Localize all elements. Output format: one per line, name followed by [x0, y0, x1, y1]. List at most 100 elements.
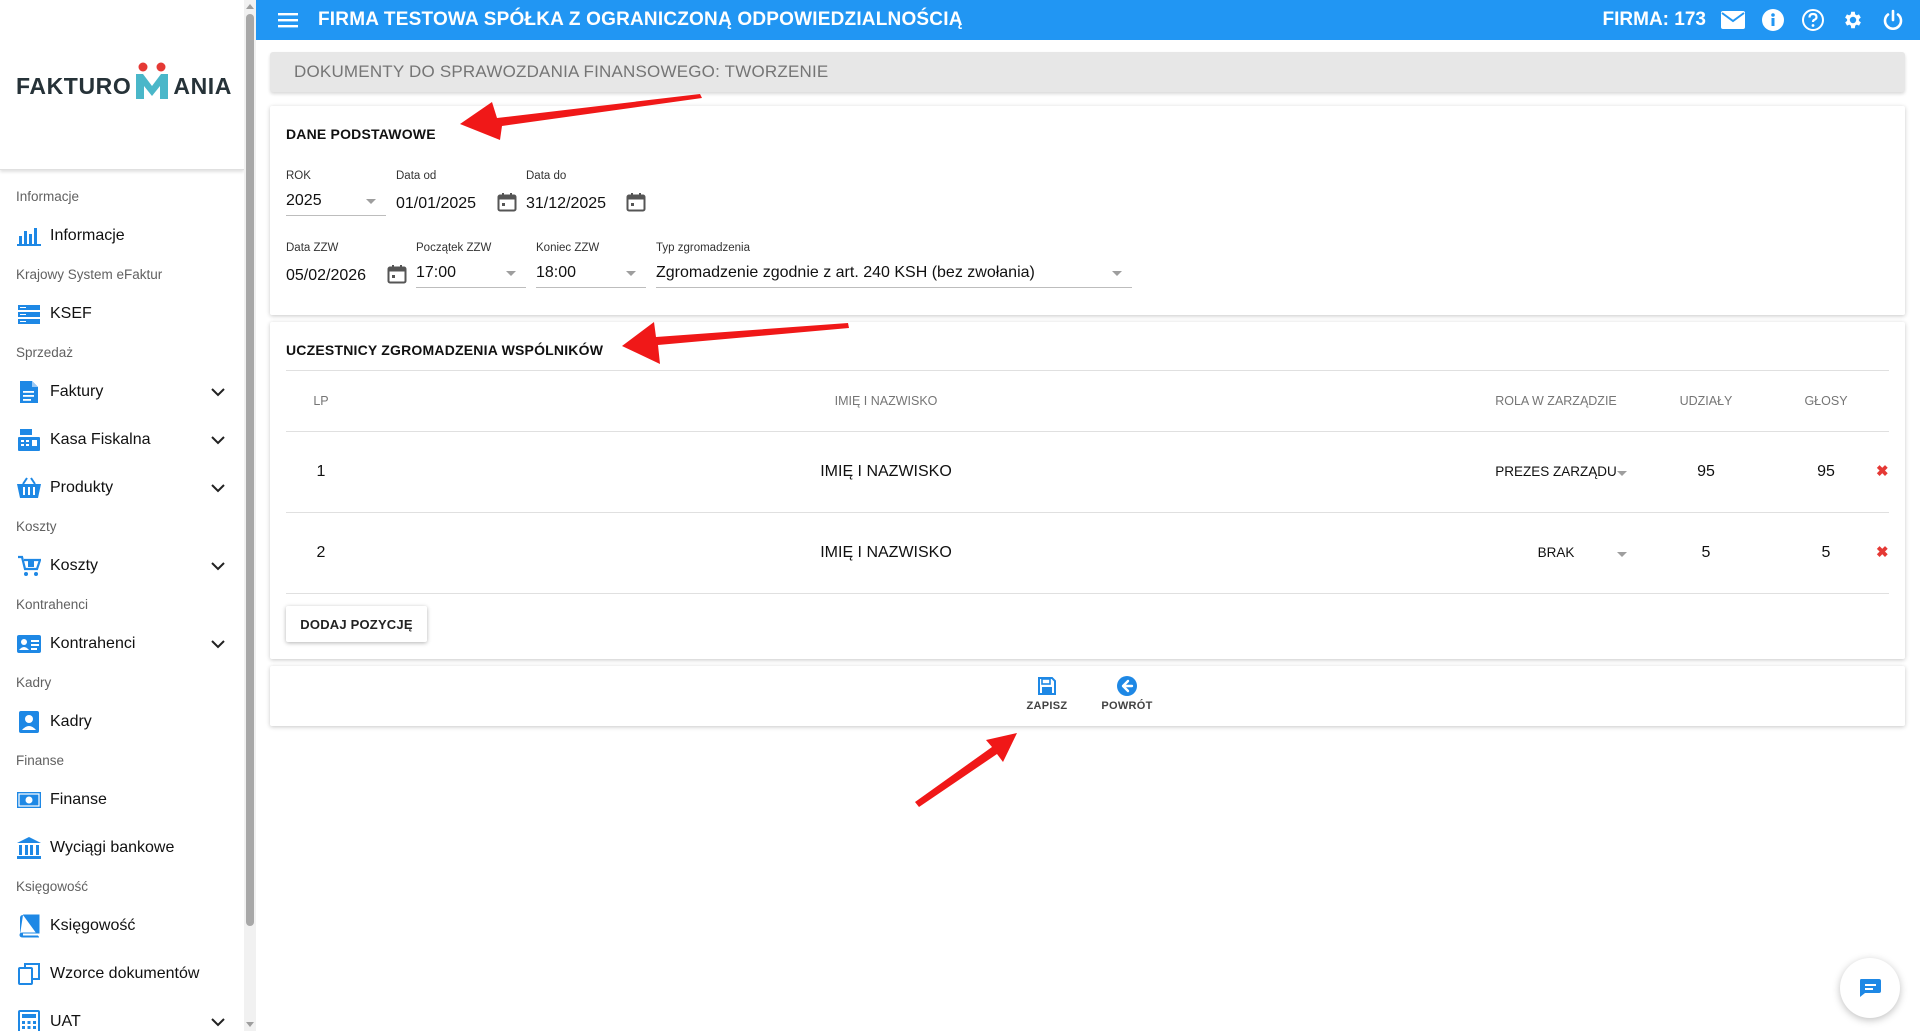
add-position-button[interactable]: DODAJ POZYCJĘ — [286, 606, 427, 642]
cell-role-value: PREZES ZARZĄDU — [1495, 464, 1617, 479]
copy-docs-icon — [16, 961, 42, 987]
calculator-icon — [16, 1009, 42, 1031]
sidebar-item-koszty[interactable]: Koszty — [0, 542, 244, 590]
koniec-zzw-field[interactable]: Koniec ZZW 18:00 — [536, 242, 646, 288]
cell-name[interactable]: IMIĘ I NAZWISKO — [626, 432, 1146, 512]
cell-votes[interactable]: 5 — [1776, 513, 1876, 593]
document-icon — [16, 379, 42, 405]
sidebar-item-ksiegowosc[interactable]: Księgowość — [0, 902, 244, 950]
firma-number[interactable]: FIRMA: 173 — [1603, 9, 1706, 31]
sidebar-item-label: Kontrahenci — [50, 635, 136, 652]
sidebar: FAKTURO ANIA Informacje Informacje Krajowy… — [0, 0, 244, 1031]
participants-title: UCZESTNICY ZGROMADZENIA WSPÓLNIKÓW — [286, 342, 604, 358]
rok-field[interactable]: ROK 2025 — [286, 170, 386, 216]
dropdown-arrow-icon — [506, 271, 516, 276]
data-zzw-value: 05/02/2026 — [286, 267, 367, 284]
sidebar-item-ksef[interactable]: KSEF — [0, 290, 244, 338]
chevron-down-icon[interactable] — [208, 382, 228, 402]
info-icon[interactable] — [1760, 7, 1786, 33]
dropdown-arrow-icon — [626, 271, 636, 276]
data-od-value: 01/01/2025 — [396, 195, 477, 212]
basket-icon — [16, 475, 42, 501]
back-button[interactable]: POWRÓT — [1099, 676, 1155, 718]
cell-votes[interactable]: 95 — [1776, 432, 1876, 512]
sidebar-item-label: Faktury — [50, 383, 104, 400]
power-icon[interactable] — [1880, 7, 1906, 33]
chevron-down-icon[interactable] — [208, 430, 228, 450]
back-label: POWRÓT — [1101, 700, 1153, 712]
sidebar-item-wzorce-dokumentow[interactable]: Wzorce dokumentów — [0, 950, 244, 998]
typ-zgromadzenia-field[interactable]: Typ zgromadzenia Zgromadzenie zgodnie z … — [656, 242, 1132, 288]
bank-icon — [16, 835, 42, 861]
sidebar-item-produkty[interactable]: Produkty — [0, 464, 244, 512]
column-header-name: IMIĘ I NAZWISKO — [834, 394, 938, 408]
actions-card: ZAPISZ POWRÓT — [270, 666, 1905, 726]
help-icon[interactable] — [1800, 7, 1826, 33]
chat-button[interactable] — [1840, 958, 1900, 1018]
sidebar-section-label: Sprzedaż — [16, 345, 74, 360]
logo-area: FAKTURO ANIA — [0, 0, 244, 170]
chevron-down-icon[interactable] — [208, 478, 228, 498]
sidebar-item-label: Produkty — [50, 479, 114, 496]
sidebar-section-label: Kontrahenci — [16, 597, 89, 612]
save-button[interactable]: ZAPISZ — [1019, 676, 1075, 718]
sidebar-item-informacje[interactable]: Informacje — [0, 212, 244, 260]
logo-text-left: FAKTURO — [16, 73, 132, 99]
sidebar-item-label: Księgowość — [50, 917, 136, 934]
cell-shares[interactable]: 5 — [1656, 513, 1756, 593]
chevron-down-icon[interactable] — [208, 634, 228, 654]
data-do-field[interactable]: Data do 31/12/2025 — [526, 170, 648, 216]
mail-icon[interactable] — [1720, 7, 1746, 33]
rok-select[interactable]: 2025 — [286, 186, 386, 216]
gear-icon[interactable] — [1840, 7, 1866, 33]
calendar-icon[interactable] — [387, 264, 407, 284]
dropdown-arrow-icon[interactable] — [1617, 552, 1627, 557]
cell-name[interactable]: IMIĘ I NAZWISKO — [626, 513, 1146, 593]
scroll-up-arrow-icon[interactable] — [246, 3, 254, 11]
logo-m-people-icon — [132, 62, 172, 100]
column-header-role: ROLA W ZARZĄDZIE — [1495, 394, 1617, 408]
typ-zgromadzenia-select[interactable]: Zgromadzenie zgodnie z art. 240 KSH (bez… — [656, 258, 1132, 288]
table-row: 2 IMIĘ I NAZWISKO BRAK 5 5 ✖ — [286, 513, 1889, 594]
top-bar: FIRMA TESTOWA SPÓŁKA Z OGRANICZONĄ ODPOW… — [256, 0, 1920, 40]
sidebar-item-wyciagi-bankowe[interactable]: Wyciągi bankowe — [0, 824, 244, 872]
fakturomania-logo[interactable]: FAKTURO ANIA — [16, 60, 232, 100]
hamburger-menu-icon[interactable] — [274, 6, 302, 34]
dropdown-arrow-icon[interactable] — [1617, 471, 1627, 476]
sidebar-item-faktury[interactable]: Faktury — [0, 368, 244, 416]
poczatek-zzw-value: 17:00 — [416, 264, 457, 281]
sidebar-section-label: Informacje — [16, 189, 80, 204]
koniec-zzw-select[interactable]: 18:00 — [536, 258, 646, 288]
koniec-zzw-value: 18:00 — [536, 264, 577, 281]
participants-card: UCZESTNICY ZGROMADZENIA WSPÓLNIKÓW LP IM… — [270, 322, 1905, 659]
sidebar-item-kontrahenci[interactable]: Kontrahenci — [0, 620, 244, 668]
cell-shares[interactable]: 95 — [1656, 432, 1756, 512]
delete-row-icon[interactable]: ✖ — [1876, 432, 1889, 512]
sidebar-item-finanse[interactable]: Finanse — [0, 776, 244, 824]
poczatek-zzw-select[interactable]: 17:00 — [416, 258, 526, 288]
delete-row-icon[interactable]: ✖ — [1876, 513, 1889, 593]
data-od-field[interactable]: Data od 01/01/2025 — [396, 170, 518, 216]
sidebar-item-kasa-fiskalna[interactable]: Kasa Fiskalna — [0, 416, 244, 464]
typ-zgromadzenia-label: Typ zgromadzenia — [656, 242, 750, 254]
banknote-icon — [16, 787, 42, 813]
sidebar-item-kadry[interactable]: Kadry — [0, 698, 244, 746]
calendar-icon[interactable] — [626, 192, 646, 212]
data-do-value: 31/12/2025 — [526, 195, 607, 212]
scroll-down-arrow-icon[interactable] — [246, 1020, 254, 1028]
koniec-zzw-label: Koniec ZZW — [536, 242, 600, 254]
basic-data-card: DANE PODSTAWOWE ROK 2025 Data od 01/01/2… — [270, 106, 1905, 315]
red-arrow-save — [915, 733, 1017, 807]
logo-text-right: ANIA — [173, 73, 232, 99]
sidebar-item-label: Kasa Fiskalna — [50, 431, 151, 448]
chevron-down-icon[interactable] — [208, 1012, 228, 1031]
sidebar-scrollbar[interactable] — [244, 0, 256, 1031]
scrollbar-thumb[interactable] — [246, 14, 254, 926]
rok-value: 2025 — [286, 192, 322, 209]
arrow-left-circle-icon — [1117, 676, 1137, 696]
calendar-icon[interactable] — [497, 192, 517, 212]
data-zzw-field[interactable]: Data ZZW 05/02/2026 — [286, 242, 408, 288]
chevron-down-icon[interactable] — [208, 556, 228, 576]
sidebar-item-uat[interactable]: UAT — [0, 998, 244, 1031]
poczatek-zzw-field[interactable]: Początek ZZW 17:00 — [416, 242, 526, 288]
